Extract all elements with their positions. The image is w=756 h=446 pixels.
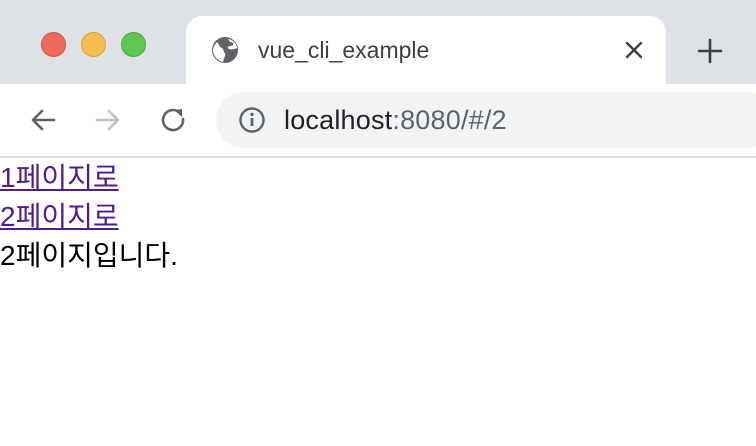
info-icon[interactable]	[238, 106, 266, 134]
url-path: :8080/#/2	[392, 105, 507, 135]
browser-tab[interactable]: vue_cli_example	[186, 16, 666, 84]
window-close-button[interactable]	[41, 32, 66, 57]
page-message: 2페이지입니다.	[0, 240, 178, 271]
link-page-2[interactable]: 2페이지로	[0, 197, 119, 236]
browser-toolbar: localhost:8080/#/2	[0, 84, 756, 158]
window-minimize-button[interactable]	[81, 32, 106, 57]
url-host: localhost	[284, 105, 393, 135]
tab-strip: vue_cli_example	[0, 0, 756, 84]
arrow-right-icon[interactable]	[92, 104, 124, 136]
plus-icon[interactable]	[696, 37, 724, 65]
page-content: 1페이지로 2페이지로 2페이지입니다.	[0, 158, 756, 446]
tab-title: vue_cli_example	[258, 37, 430, 63]
reload-icon[interactable]	[157, 104, 189, 136]
close-icon[interactable]	[622, 38, 646, 62]
link-page-1[interactable]: 1페이지로	[0, 158, 119, 197]
window-zoom-button[interactable]	[121, 32, 146, 57]
url-text: localhost:8080/#/2	[284, 102, 507, 138]
globe-icon	[212, 37, 238, 63]
arrow-left-icon[interactable]	[27, 104, 59, 136]
address-bar[interactable]: localhost:8080/#/2	[216, 92, 756, 148]
